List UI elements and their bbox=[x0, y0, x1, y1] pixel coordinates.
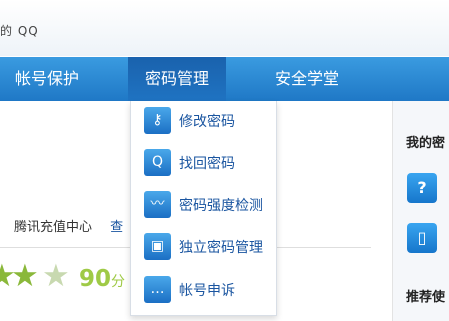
menu-label: 修改密码 bbox=[179, 114, 235, 130]
query-link[interactable]: 查 bbox=[110, 220, 123, 235]
chat-bubble-icon: … bbox=[144, 276, 171, 303]
pulse-icon: 〰 bbox=[144, 191, 171, 218]
score-unit: 分 bbox=[111, 274, 126, 290]
key-icon: ⚷ bbox=[144, 107, 171, 134]
briefcase-icon: ▣ bbox=[144, 233, 171, 260]
nav-security-school[interactable]: 安全学堂 bbox=[275, 57, 339, 101]
star-half-icon: ★ bbox=[42, 258, 70, 294]
nav-account-protection[interactable]: 帐号保护 bbox=[15, 57, 79, 101]
brand-text: 的 QQ bbox=[0, 24, 39, 38]
help-icon[interactable]: ? bbox=[407, 173, 437, 203]
menu-item-recover-password[interactable]: Q 找回密码 bbox=[131, 147, 276, 177]
recharge-center-link[interactable]: 腾讯充值中心 bbox=[14, 220, 92, 235]
mobile-icon[interactable]: ▯ bbox=[407, 223, 437, 253]
password-management-dropdown: ⚷ 修改密码 Q 找回密码 〰 密码强度检测 ▣ 独立密码管理 … 帐号申诉 bbox=[130, 101, 277, 316]
score-value: 90 bbox=[79, 266, 112, 292]
top-header: 的 QQ bbox=[0, 0, 449, 56]
right-panel: 我的密 ? ▯ 推荐使 bbox=[393, 101, 449, 321]
menu-item-change-password[interactable]: ⚷ 修改密码 bbox=[131, 105, 276, 135]
menu-label: 帐号申诉 bbox=[179, 283, 235, 299]
links-row: 腾讯充值中心 查 bbox=[14, 216, 123, 235]
security-score: 90分 bbox=[79, 266, 125, 292]
right-title-my: 我的密 bbox=[406, 136, 446, 151]
menu-item-account-appeal[interactable]: … 帐号申诉 bbox=[131, 274, 276, 304]
star-icon: ★ bbox=[11, 258, 39, 294]
nav-password-management[interactable]: 密码管理 bbox=[128, 57, 226, 101]
right-title-recommend: 推荐使 bbox=[406, 290, 446, 305]
menu-label: 密码强度检测 bbox=[179, 198, 263, 214]
menu-label: 独立密码管理 bbox=[179, 240, 263, 256]
menu-item-independent-password[interactable]: ▣ 独立密码管理 bbox=[131, 231, 276, 261]
main-nav: 帐号保护 密码管理 安全学堂 bbox=[0, 57, 449, 101]
menu-item-password-strength[interactable]: 〰 密码强度检测 bbox=[131, 189, 276, 219]
find-password-icon: Q bbox=[144, 149, 171, 176]
menu-label: 找回密码 bbox=[179, 156, 235, 172]
